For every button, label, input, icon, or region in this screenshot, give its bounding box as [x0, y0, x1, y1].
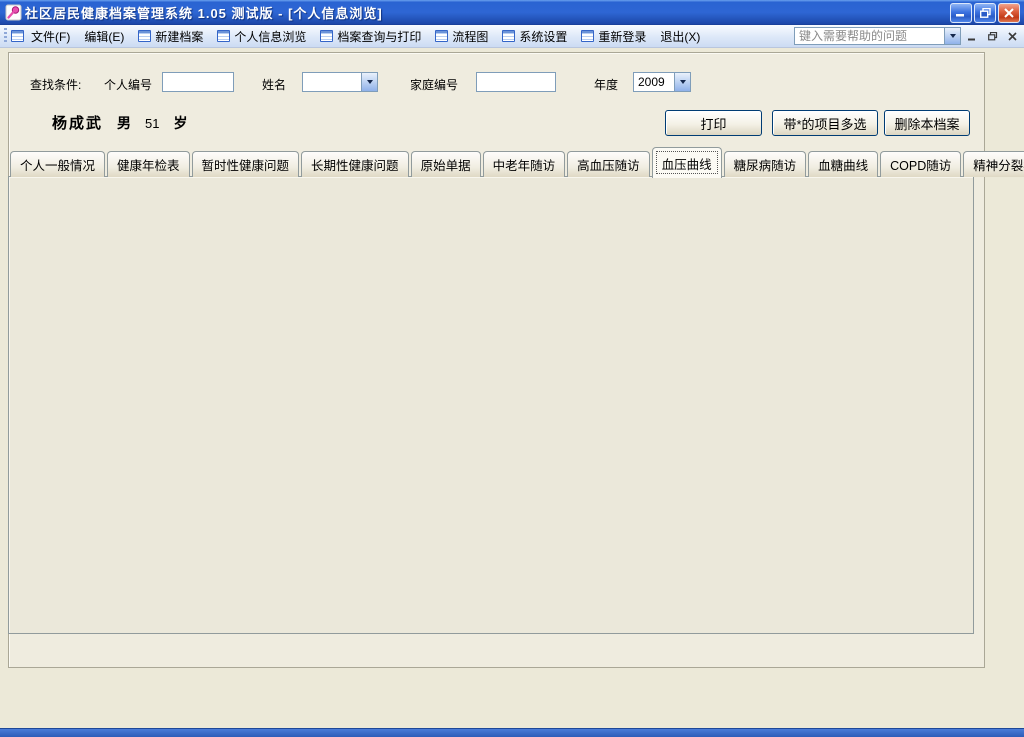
patient-name: 杨成武	[52, 112, 103, 133]
form-icon	[11, 30, 24, 42]
patient-age: 51	[145, 116, 159, 131]
patient-gender: 男	[117, 113, 131, 133]
menu-item-1[interactable]: 文件(F)	[24, 26, 77, 47]
form-icon	[435, 30, 448, 42]
menu-item-7[interactable]: 系统设置	[495, 26, 574, 47]
year-label: 年度	[594, 76, 618, 93]
delete-record-button[interactable]: 删除本档案	[884, 110, 970, 136]
patient-summary: 杨成武 男 51 岁	[52, 112, 187, 133]
family-id-label: 家庭编号	[410, 76, 458, 93]
person-id-label: 个人编号	[104, 76, 152, 93]
tab-11[interactable]: COPD随访	[880, 151, 961, 177]
tab-8[interactable]: 血压曲线	[652, 147, 722, 178]
tab-page-blood-pressure-curve	[8, 176, 974, 634]
chevron-down-icon	[367, 80, 373, 84]
menu-item-8[interactable]: 重新登录	[574, 26, 653, 47]
menu-item-label: 编辑(E)	[84, 28, 124, 45]
name-label: 姓名	[262, 76, 286, 93]
menu-item-label: 文件(F)	[31, 28, 70, 45]
title-bar: 社区居民健康档案管理系统 1.05 测试版 - [个人信息浏览]	[0, 0, 1024, 25]
help-search-input[interactable]	[794, 27, 944, 45]
name-combobox[interactable]	[302, 72, 378, 92]
tab-12[interactable]: 精神分裂症随访	[963, 151, 1024, 177]
tab-4[interactable]: 长期性健康问题	[301, 151, 409, 177]
menu-item-label: 系统设置	[519, 28, 567, 45]
year-combobox[interactable]: 2009	[633, 72, 691, 92]
tab-9[interactable]: 糖尿病随访	[724, 151, 807, 177]
tab-2[interactable]: 健康年检表	[107, 151, 190, 177]
menu-item-label: 新建档案	[155, 28, 203, 45]
form-icon	[320, 30, 333, 42]
form-icon	[581, 30, 594, 42]
menu-item-2[interactable]: 编辑(E)	[77, 26, 131, 47]
multi-select-button[interactable]: 带*的项目多选	[772, 110, 878, 136]
app-icon	[5, 4, 22, 21]
family-id-input[interactable]	[476, 72, 556, 92]
help-dropdown-button[interactable]	[944, 27, 961, 45]
form-icon	[217, 30, 230, 42]
toolbar-grip-handle[interactable]	[4, 28, 7, 44]
chevron-down-icon	[950, 34, 956, 38]
patient-age-unit: 岁	[173, 113, 187, 133]
window-bottom-border	[0, 728, 1024, 737]
print-record-button[interactable]: 打印	[665, 110, 762, 136]
name-combobox-arrow-button[interactable]	[361, 73, 377, 91]
menu-item-label: 流程图	[452, 28, 488, 45]
tab-10[interactable]: 血糖曲线	[808, 151, 878, 177]
restore-button[interactable]	[974, 3, 996, 23]
person-id-input[interactable]	[162, 72, 234, 92]
minimize-button[interactable]	[950, 3, 972, 23]
menu-item-label: 退出(X)	[660, 28, 700, 45]
search-criteria-label: 查找条件:	[30, 76, 81, 93]
tab-strip: 个人一般情况健康年检表暂时性健康问题长期性健康问题原始单据中老年随访高血压随访血…	[10, 147, 1024, 177]
window-title: 社区居民健康档案管理系统 1.05 测试版 - [个人信息浏览]	[25, 3, 948, 22]
menu-item-label: 档案查询与打印	[337, 28, 421, 45]
tab-6[interactable]: 中老年随访	[483, 151, 566, 177]
tab-1[interactable]: 个人一般情况	[10, 151, 105, 177]
menu-item-6[interactable]: 流程图	[428, 26, 495, 47]
menu-item-label: 个人信息浏览	[234, 28, 306, 45]
year-combobox-value: 2009	[634, 73, 674, 91]
year-combobox-arrow-button[interactable]	[674, 73, 690, 91]
name-combobox-value	[303, 73, 361, 91]
form-icon	[502, 30, 515, 42]
menu-item-5[interactable]: 档案查询与打印	[313, 26, 428, 47]
form-icon	[138, 30, 151, 42]
close-button[interactable]	[998, 3, 1020, 23]
tab-5[interactable]: 原始单据	[411, 151, 481, 177]
menu-item-3[interactable]: 新建档案	[131, 26, 210, 47]
mdi-minimize-button[interactable]	[964, 28, 981, 45]
menu-item-4[interactable]: 个人信息浏览	[210, 26, 313, 47]
tab-7[interactable]: 高血压随访	[567, 151, 650, 177]
chevron-down-icon	[680, 80, 686, 84]
mdi-restore-button[interactable]	[984, 28, 1001, 45]
mdi-close-button[interactable]	[1004, 28, 1021, 45]
menu-item-9[interactable]: 退出(X)	[653, 26, 707, 47]
help-search-box	[794, 27, 961, 45]
menu-bar: 文件(F) 编辑(E) 新建档案 个人信息浏览 档案查询与打印 流程图 系统设置 重新登录退出…	[0, 25, 1024, 48]
tab-3[interactable]: 暂时性健康问题	[192, 151, 300, 177]
menu-item-label: 重新登录	[598, 28, 646, 45]
